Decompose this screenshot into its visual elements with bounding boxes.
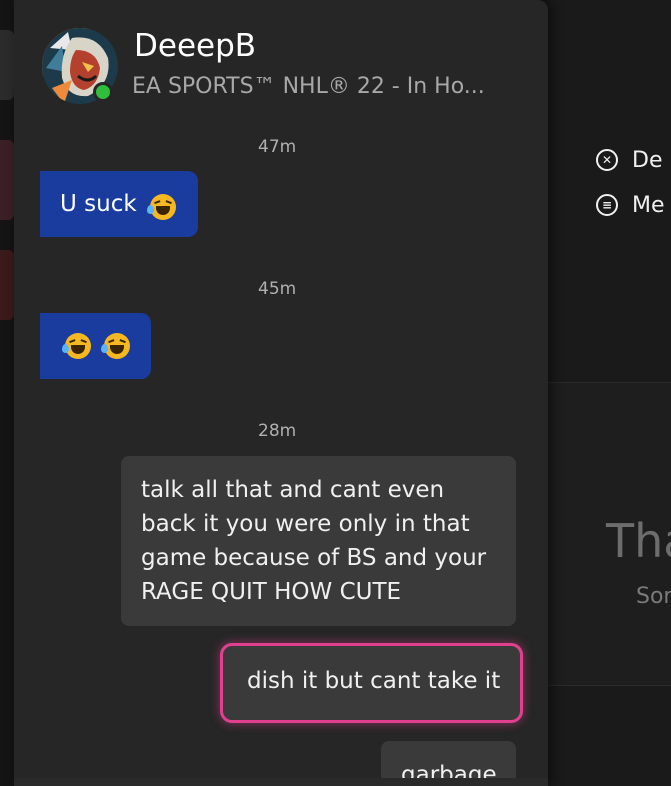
background-context-menu: ✕ De ≡ Me (596, 146, 665, 236)
message-timestamp: 28m (258, 421, 297, 441)
incoming-message[interactable]: U suck (40, 171, 198, 237)
menu-circle-icon: ≡ (596, 194, 618, 216)
message-text: talk all that and cant even back it you … (141, 477, 487, 605)
background-heading: Tha (606, 514, 671, 568)
x-circle-icon: ✕ (596, 149, 618, 171)
online-status-indicator (93, 82, 113, 102)
rolling-on-floor-laughing-emoji-icon (62, 333, 91, 359)
context-menu-label: Me (632, 192, 665, 218)
rolling-on-floor-laughing-emoji-icon (101, 333, 131, 359)
chat-panel: DeeepB EA SPORTS™ NHL® 22 - In Ho... 47m… (14, 0, 548, 786)
presence-status: EA SPORTS™ NHL® 22 - In Ho... (132, 74, 485, 99)
message-timestamp: 47m (258, 137, 297, 157)
message-timestamp: 45m (258, 279, 297, 299)
gamertag: DeeepB (134, 28, 257, 64)
rolling-on-floor-laughing-emoji-icon (146, 193, 176, 220)
outgoing-message-focused[interactable]: dish it but cant take it (220, 643, 523, 723)
context-menu-label: De (632, 147, 663, 173)
message-text: U suck (60, 191, 137, 217)
background-left-edge (0, 0, 14, 786)
context-menu-item-delete[interactable]: ✕ De (596, 146, 665, 174)
message-text: dish it but cant take it (247, 668, 501, 694)
context-menu-item-menu[interactable]: ≡ Me (596, 191, 665, 219)
chat-input-edge (14, 778, 548, 786)
background-subtext: Sor (636, 584, 671, 609)
incoming-message[interactable] (40, 313, 151, 379)
outgoing-message[interactable]: talk all that and cant even back it you … (121, 456, 516, 626)
